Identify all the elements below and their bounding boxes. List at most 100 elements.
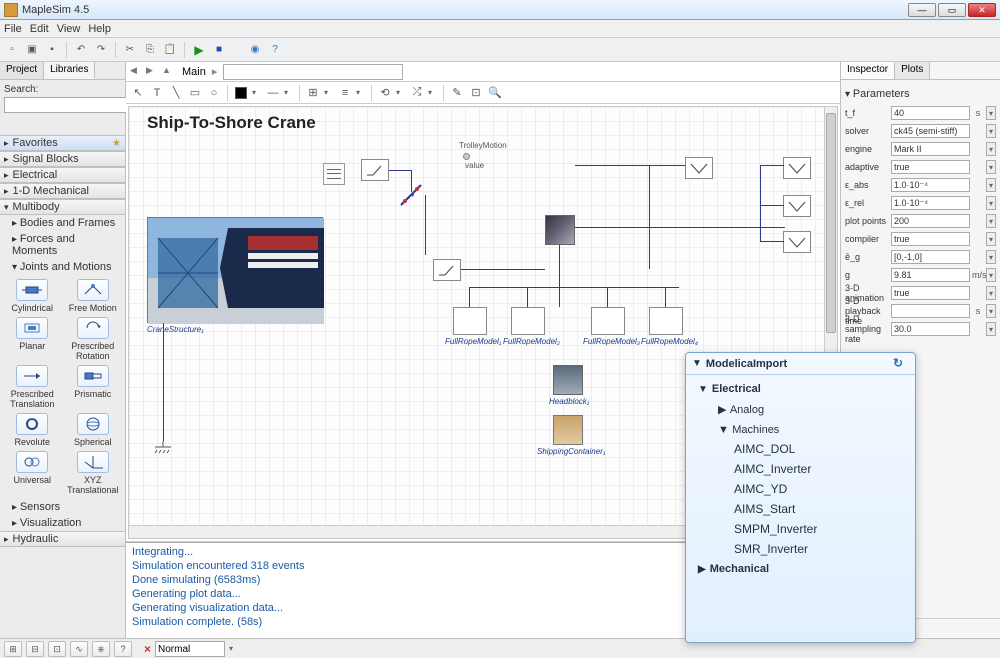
- modelica-import-panel[interactable]: ▼ModelicaImport ↻ ▼Electrical ▶ Analog ▼…: [685, 352, 916, 643]
- tree-mechanical[interactable]: ▶Mechanical: [694, 559, 907, 579]
- undo-icon[interactable]: ↶: [73, 42, 89, 58]
- subsection-visualization[interactable]: ▸ Visualization: [0, 515, 125, 531]
- param-dropdown-icon[interactable]: ▾: [986, 178, 996, 192]
- menu-edit[interactable]: Edit: [30, 23, 49, 35]
- palette-free-motion[interactable]: Free Motion: [65, 279, 122, 313]
- param-dropdown-icon[interactable]: ▾: [986, 304, 996, 318]
- param-value-input[interactable]: true: [891, 286, 970, 300]
- refresh-icon[interactable]: ↻: [893, 356, 909, 372]
- section-signal-blocks[interactable]: ▸Signal Blocks: [0, 151, 125, 167]
- line-style-icon[interactable]: —: [265, 85, 281, 101]
- machine-item-2[interactable]: AIMC_YD: [694, 479, 907, 499]
- param-value-input[interactable]: 1.0·10⁻⁴: [891, 196, 970, 210]
- machine-item-4[interactable]: SMPM_Inverter: [694, 519, 907, 539]
- ground-symbol[interactable]: [153, 441, 173, 457]
- machine-item-5[interactable]: SMR_Inverter: [694, 539, 907, 559]
- param-dropdown-icon[interactable]: ▾: [986, 286, 996, 300]
- rotate-icon[interactable]: ⟲: [377, 85, 393, 101]
- param-dropdown-icon[interactable]: ▾: [986, 160, 996, 174]
- fullrope-block-3[interactable]: [591, 307, 625, 335]
- nav-up-icon[interactable]: ▲: [162, 65, 176, 79]
- status-mode-select[interactable]: Normal: [155, 641, 225, 657]
- copy-icon[interactable]: ⎘: [142, 42, 158, 58]
- signal-block-2[interactable]: [433, 259, 461, 281]
- param-dropdown-icon[interactable]: ▾: [986, 322, 996, 336]
- param-value-input[interactable]: Mark II: [891, 142, 970, 156]
- machine-item-0[interactable]: AIMC_DOL: [694, 439, 907, 459]
- redo-icon[interactable]: ↷: [93, 42, 109, 58]
- param-value-input[interactable]: true: [891, 160, 970, 174]
- machine-item-1[interactable]: AIMC_Inverter: [694, 459, 907, 479]
- section-1d-mechanical[interactable]: ▸1-D Mechanical: [0, 183, 125, 199]
- palette-prescribed-rotation[interactable]: Prescribed Rotation: [65, 317, 122, 361]
- param-dropdown-icon[interactable]: ▾: [986, 106, 996, 120]
- section-multibody[interactable]: ▾Multibody: [0, 199, 125, 215]
- text-icon[interactable]: T: [149, 85, 165, 101]
- palette-cylindrical[interactable]: Cylindrical: [4, 279, 61, 313]
- param-dropdown-icon[interactable]: ▾: [986, 142, 996, 156]
- scope-block-2[interactable]: [783, 157, 811, 179]
- section-hydraulic[interactable]: ▸Hydraulic: [0, 531, 125, 547]
- status-btn-1[interactable]: ⊞: [4, 641, 22, 657]
- nav-back-icon[interactable]: ◀: [130, 65, 144, 79]
- trolley-block[interactable]: [545, 215, 575, 245]
- palette-xyz-translational[interactable]: XYZ Translational: [65, 451, 122, 495]
- stop-icon[interactable]: ■: [211, 42, 227, 58]
- status-btn-4[interactable]: ∿: [70, 641, 88, 657]
- window-minimize-button[interactable]: —: [908, 3, 936, 17]
- fill-color-icon[interactable]: [233, 85, 249, 101]
- globe-icon[interactable]: ◉: [247, 42, 263, 58]
- crane-image[interactable]: [147, 217, 323, 323]
- line-icon[interactable]: ╲: [168, 85, 184, 101]
- tab-plots[interactable]: Plots: [895, 62, 930, 79]
- status-btn-5[interactable]: ⎈: [92, 641, 110, 657]
- scope-block-3[interactable]: [783, 195, 811, 217]
- signal-block-1[interactable]: [361, 159, 389, 181]
- subsection-forces[interactable]: ▸ Forces and Moments: [0, 231, 125, 259]
- breadcrumb-select[interactable]: [223, 64, 403, 80]
- nav-forward-icon[interactable]: ▶: [146, 65, 160, 79]
- palette-spherical[interactable]: Spherical: [65, 413, 122, 447]
- snap-icon[interactable]: ⊡: [468, 85, 484, 101]
- tab-libraries[interactable]: Libraries: [44, 62, 95, 79]
- modelica-import-header[interactable]: ▼ModelicaImport ↻: [686, 353, 915, 375]
- fullrope-block-1[interactable]: [453, 307, 487, 335]
- search-input[interactable]: [4, 97, 142, 113]
- subsection-bodies[interactable]: ▸ Bodies and Frames: [0, 215, 125, 231]
- save-icon[interactable]: ▪: [44, 42, 60, 58]
- scope-block-1[interactable]: [685, 157, 713, 179]
- align-icon[interactable]: ≡: [337, 85, 353, 101]
- cut-icon[interactable]: ✂: [122, 42, 138, 58]
- status-btn-2[interactable]: ⊟: [26, 641, 44, 657]
- headblock[interactable]: [553, 365, 583, 395]
- circle-icon[interactable]: ○: [206, 85, 222, 101]
- scope-block-4[interactable]: [783, 231, 811, 253]
- window-maximize-button[interactable]: ▭: [938, 3, 966, 17]
- open-icon[interactable]: ▣: [24, 42, 40, 58]
- run-icon[interactable]: ▶: [191, 42, 207, 58]
- new-icon[interactable]: ▫: [4, 42, 20, 58]
- param-dropdown-icon[interactable]: ▾: [986, 232, 996, 246]
- param-dropdown-icon[interactable]: ▾: [986, 124, 996, 138]
- subsection-joints[interactable]: ▾ Joints and Motions: [0, 259, 125, 275]
- tab-inspector[interactable]: Inspector: [841, 62, 895, 79]
- flip-icon[interactable]: ⤮: [409, 85, 425, 101]
- pointer-icon[interactable]: ↖: [130, 85, 146, 101]
- param-dropdown-icon[interactable]: ▾: [986, 196, 996, 210]
- tree-electrical[interactable]: ▼Electrical: [694, 379, 907, 399]
- tab-project[interactable]: Project: [0, 62, 44, 79]
- param-value-input[interactable]: 30.0: [891, 322, 970, 336]
- help-icon[interactable]: ?: [267, 42, 283, 58]
- param-value-input[interactable]: 9.81: [891, 268, 970, 282]
- menu-view[interactable]: View: [57, 23, 81, 35]
- machine-item-3[interactable]: AIMS_Start: [694, 499, 907, 519]
- param-dropdown-icon[interactable]: ▾: [986, 250, 996, 264]
- paste-icon[interactable]: 📋: [162, 42, 178, 58]
- status-btn-3[interactable]: ⊡: [48, 641, 66, 657]
- palette-revolute[interactable]: Revolute: [4, 413, 61, 447]
- section-electrical[interactable]: ▸Electrical: [0, 167, 125, 183]
- param-value-input[interactable]: [0,-1,0]: [891, 250, 970, 264]
- section-favorites[interactable]: ▸Favorites★: [0, 135, 125, 151]
- param-value-input[interactable]: 200: [891, 214, 970, 228]
- table-block[interactable]: [323, 163, 345, 185]
